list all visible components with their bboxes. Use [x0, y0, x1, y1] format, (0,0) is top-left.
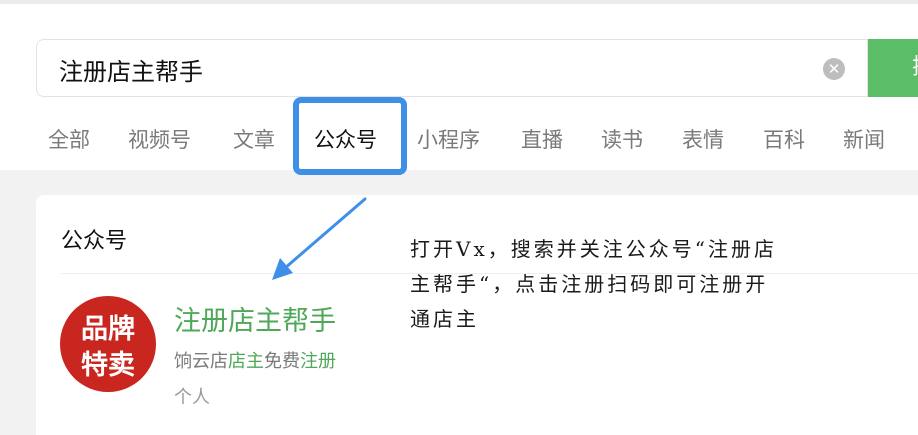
annotation-line: 打开Vx，搜索并关注公众号“注册店 — [410, 237, 777, 261]
annotation-arrow-icon — [272, 197, 367, 280]
annotation-note: 打开Vx，搜索并关注公众号“注册店 主帮手“，点击注册扫码即可注册开 通店主 — [410, 232, 880, 337]
annotation-line: 主帮手“，点击注册扫码即可注册开 — [410, 272, 769, 296]
annotation-line: 通店主 — [410, 307, 479, 331]
